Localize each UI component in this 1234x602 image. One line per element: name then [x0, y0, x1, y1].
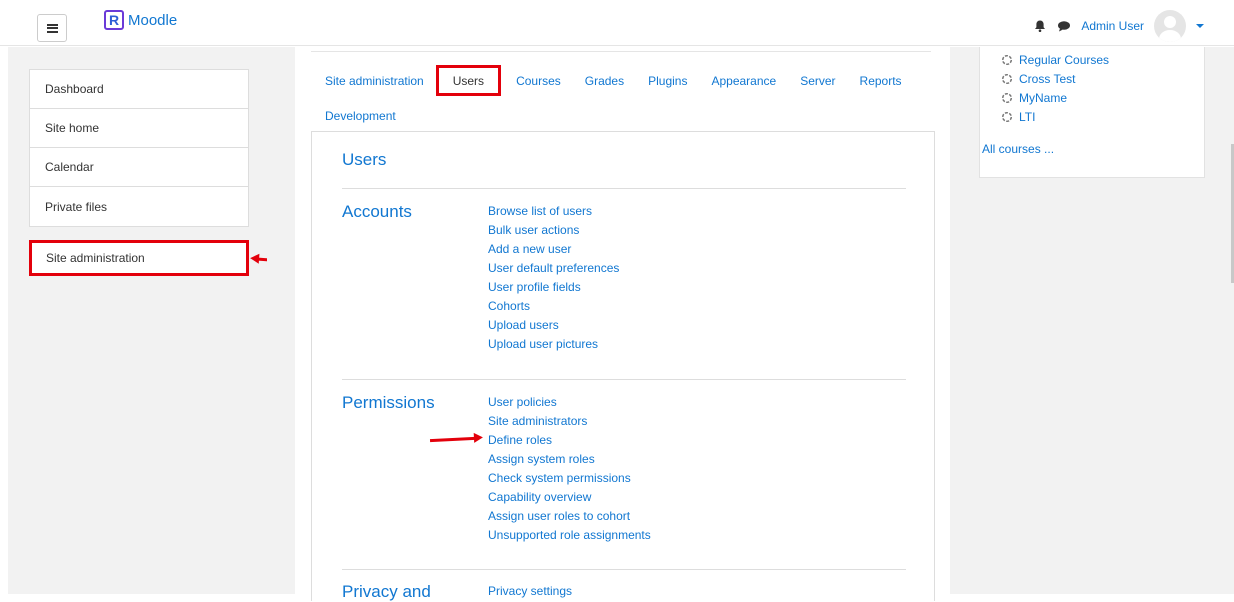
user-navigation: Admin User: [1033, 10, 1204, 42]
course-icon: [1001, 54, 1013, 65]
link-unsupported-role-assignments[interactable]: Unsupported role assignments: [488, 526, 651, 545]
section-heading-permissions: Permissions: [342, 393, 435, 412]
link-user-default-preferences[interactable]: User default preferences: [488, 259, 619, 278]
link-add-new-user[interactable]: Add a new user: [488, 240, 619, 259]
course-name: LTI: [1019, 109, 1036, 124]
course-list: Regular Courses Cross Test MyName LTI: [1001, 50, 1109, 126]
top-navbar: R Moodle Admin User: [0, 0, 1234, 46]
course-name: Regular Courses: [1019, 52, 1110, 67]
divider: [342, 569, 906, 570]
course-icon: [1001, 111, 1013, 122]
course-item[interactable]: LTI: [1001, 107, 1109, 126]
users-content-card: Users Accounts Browse list of users Bulk…: [311, 131, 935, 601]
tab-users[interactable]: Users: [435, 65, 502, 96]
menu-toggle-button[interactable]: [37, 14, 67, 42]
tab-plugins[interactable]: Plugins: [636, 65, 699, 96]
caret-down-icon[interactable]: [1196, 24, 1204, 28]
link-assign-user-roles-to-cohort[interactable]: Assign user roles to cohort: [488, 507, 651, 526]
course-item[interactable]: MyName: [1001, 88, 1109, 107]
nav-item-site-administration[interactable]: Site administration: [29, 240, 249, 276]
tab-development[interactable]: Development: [313, 100, 408, 130]
section-heading-privacy: Privacy and: [342, 582, 431, 601]
tab-site-administration[interactable]: Site administration: [313, 65, 436, 96]
tab-server[interactable]: Server: [788, 65, 847, 96]
chat-icon[interactable]: [1057, 19, 1071, 33]
accounts-link-list: Browse list of users Bulk user actions A…: [488, 202, 619, 354]
divider: [342, 379, 906, 380]
user-name[interactable]: Admin User: [1081, 19, 1144, 33]
brand-name: Moodle: [128, 11, 178, 29]
divider: [342, 188, 906, 189]
drawer-nav-list: Dashboard Site home Calendar Private fil…: [29, 69, 249, 227]
brand-logo: R: [104, 10, 124, 30]
bell-icon[interactable]: [1033, 19, 1047, 33]
avatar-icon[interactable]: [1154, 10, 1186, 42]
course-item[interactable]: Cross Test: [1001, 69, 1109, 88]
course-icon: [1001, 73, 1013, 84]
link-cohorts[interactable]: Cohorts: [488, 297, 619, 316]
link-user-profile-fields[interactable]: User profile fields: [488, 278, 619, 297]
nav-item-private-files[interactable]: Private files: [30, 187, 248, 226]
nav-item-calendar[interactable]: Calendar: [30, 148, 248, 187]
tab-reports[interactable]: Reports: [848, 65, 914, 96]
link-define-roles[interactable]: Define roles: [488, 431, 651, 450]
nav-item-dashboard[interactable]: Dashboard: [30, 70, 248, 109]
privacy-link-list: Privacy settings: [488, 582, 572, 601]
permissions-link-list: User policies Site administrators Define…: [488, 393, 651, 545]
nav-item-site-home[interactable]: Site home: [30, 109, 248, 148]
section-heading-accounts: Accounts: [342, 202, 412, 221]
link-capability-overview[interactable]: Capability overview: [488, 488, 651, 507]
tab-top-divider: [311, 51, 931, 52]
link-upload-user-pictures[interactable]: Upload user pictures: [488, 335, 619, 354]
brand-link[interactable]: R Moodle: [104, 10, 177, 30]
link-site-administrators[interactable]: Site administrators: [488, 412, 651, 431]
tab-grades[interactable]: Grades: [573, 65, 636, 96]
course-icon: [1001, 92, 1013, 103]
link-check-system-permissions[interactable]: Check system permissions: [488, 469, 651, 488]
admin-tabs: Site administration Users Courses Grades…: [313, 65, 923, 130]
course-name: Cross Test: [1019, 71, 1076, 86]
page-title: Users: [342, 150, 387, 169]
course-item[interactable]: Regular Courses: [1001, 50, 1109, 69]
nav-drawer: Dashboard Site home Calendar Private fil…: [8, 47, 267, 594]
tab-courses[interactable]: Courses: [504, 65, 573, 96]
link-user-policies[interactable]: User policies: [488, 393, 651, 412]
menu-icon: [46, 23, 58, 33]
tab-appearance[interactable]: Appearance: [699, 65, 788, 96]
link-browse-list-of-users[interactable]: Browse list of users: [488, 202, 619, 221]
link-privacy-settings[interactable]: Privacy settings: [488, 582, 572, 601]
link-bulk-user-actions[interactable]: Bulk user actions: [488, 221, 619, 240]
main-region: Site administration Users Courses Grades…: [295, 47, 950, 601]
courses-block: Regular Courses Cross Test MyName LTI Al…: [979, 47, 1205, 178]
course-name: MyName: [1019, 90, 1068, 105]
link-upload-users[interactable]: Upload users: [488, 316, 619, 335]
link-assign-system-roles[interactable]: Assign system roles: [488, 450, 651, 469]
all-courses-link[interactable]: All courses ...: [982, 142, 1054, 156]
